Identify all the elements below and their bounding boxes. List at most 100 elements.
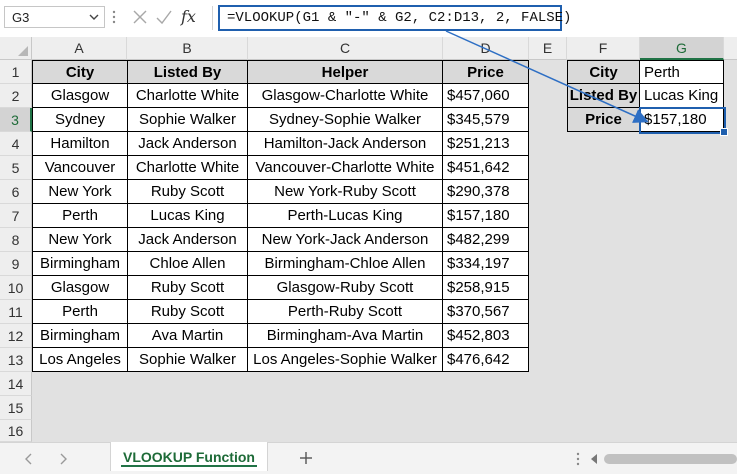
table-cell-price[interactable]: $251,213 [443,132,529,156]
checkmark-icon[interactable] [154,7,174,27]
table-cell-price[interactable]: $476,642 [443,348,529,372]
column-header-f[interactable]: F [567,37,640,60]
scroll-left-icon[interactable] [588,452,600,466]
column-header-c[interactable]: C [248,37,443,60]
table-cell-price[interactable]: $345,579 [443,108,529,132]
row-header-12[interactable]: 12 [0,324,32,348]
lookup-label-listed-by[interactable]: Listed By [567,84,640,108]
column-header-a[interactable]: A [32,37,127,60]
table-cell-price[interactable]: $482,299 [443,228,529,252]
table-header-helper[interactable]: Helper [248,60,443,84]
fx-icon[interactable]: fx [181,7,201,27]
table-cell-helper[interactable]: Hamilton-Jack Anderson [248,132,443,156]
table-cell-helper[interactable]: New York-Jack Anderson [248,228,443,252]
table-cell-helper[interactable]: Perth-Ruby Scott [248,300,443,324]
table-cell-price[interactable]: $452,803 [443,324,529,348]
table-cell-city[interactable]: New York [32,180,128,204]
formula-input[interactable]: =VLOOKUP(G1 & "-" & G2, C2:D13, 2, FALSE… [218,5,571,31]
column-header-e[interactable]: E [529,37,567,60]
table-cell-listed-by[interactable]: Chloe Allen [128,252,248,276]
row-header-15[interactable]: 15 [0,396,32,420]
table-cell-city[interactable]: Glasgow [32,84,128,108]
table-cell-listed-by[interactable]: Sophie Walker [128,108,248,132]
table-header-listed-by[interactable]: Listed By [128,60,248,84]
table-cell-helper[interactable]: Perth-Lucas King [248,204,443,228]
lookup-label-city[interactable]: City [567,60,640,84]
sheet-tab-vlookup-function[interactable]: VLOOKUP Function [110,442,268,471]
table-cell-listed-by[interactable]: Sophie Walker [128,348,248,372]
column-header-partial[interactable] [724,37,737,60]
row-header-8[interactable]: 8 [0,228,32,252]
table-cell-listed-by[interactable]: Ruby Scott [128,276,248,300]
name-box-value: G3 [12,10,30,25]
horizontal-scrollbar-thumb[interactable] [604,454,737,464]
row-header-4[interactable]: 4 [0,132,32,156]
table-cell-price[interactable]: $290,378 [443,180,529,204]
row-header-13[interactable]: 13 [0,348,32,372]
more-options-icon[interactable] [112,8,116,26]
table-cell-helper[interactable]: Vancouver-Charlotte White [248,156,443,180]
lookup-label-price[interactable]: Price [567,108,640,132]
table-cell-city[interactable]: Hamilton [32,132,128,156]
table-cell-price[interactable]: $457,060 [443,84,529,108]
table-cell-city[interactable]: Perth [32,300,128,324]
table-cell-city[interactable]: Birmingham [32,252,128,276]
table-cell-listed-by[interactable]: Charlotte White [128,156,248,180]
table-cell-city[interactable]: Vancouver [32,156,128,180]
plus-icon[interactable] [296,448,316,468]
chevron-down-icon[interactable] [88,10,100,24]
column-header-g[interactable]: G [640,37,724,60]
table-cell-listed-by[interactable]: Jack Anderson [128,228,248,252]
table-cell-price[interactable]: $157,180 [443,204,529,228]
row-header-2[interactable]: 2 [0,84,32,108]
worksheet-grid[interactable]: City Listed By Helper Price Glasgow Char… [32,60,737,442]
table-cell-helper[interactable]: Glasgow-Charlotte White [248,84,443,108]
row-header-11[interactable]: 11 [0,300,32,324]
table-cell-helper[interactable]: Birmingham-Chloe Allen [248,252,443,276]
more-options-icon[interactable] [576,451,580,467]
table-cell-listed-by[interactable]: Ruby Scott [128,300,248,324]
row-header-14[interactable]: 14 [0,372,32,396]
table-cell-price[interactable]: $370,567 [443,300,529,324]
lookup-value-listed-by[interactable]: Lucas King [640,84,724,108]
formula-bar-divider [212,6,213,30]
table-cell-helper[interactable]: Los Angeles-Sophie Walker [248,348,443,372]
table-cell-city[interactable]: Birmingham [32,324,128,348]
column-header-d[interactable]: D [443,37,529,60]
row-header-1[interactable]: 1 [0,60,32,84]
table-cell-helper[interactable]: Birmingham-Ava Martin [248,324,443,348]
table-cell-city[interactable]: Los Angeles [32,348,128,372]
table-cell-listed-by[interactable]: Lucas King [128,204,248,228]
name-box[interactable]: G3 [4,6,105,28]
table-cell-city[interactable]: Sydney [32,108,128,132]
column-header-b[interactable]: B [127,37,248,60]
table-cell-listed-by[interactable]: Ava Martin [128,324,248,348]
table-header-city[interactable]: City [32,60,128,84]
chevron-right-icon[interactable] [56,452,70,466]
table-cell-city[interactable]: New York [32,228,128,252]
table-cell-price[interactable]: $451,642 [443,156,529,180]
row-header-10[interactable]: 10 [0,276,32,300]
table-cell-helper[interactable]: Glasgow-Ruby Scott [248,276,443,300]
lookup-value-price[interactable]: $157,180 [640,108,724,132]
lookup-value-city[interactable]: Perth [640,60,724,84]
table-cell-listed-by[interactable]: Jack Anderson [128,132,248,156]
cancel-x-icon[interactable] [130,7,150,27]
row-header-9[interactable]: 9 [0,252,32,276]
row-header-3[interactable]: 3 [0,108,32,132]
row-header-16[interactable]: 16 [0,420,32,442]
table-cell-city[interactable]: Glasgow [32,276,128,300]
table-cell-helper[interactable]: Sydney-Sophie Walker [248,108,443,132]
table-cell-city[interactable]: Perth [32,204,128,228]
table-cell-helper[interactable]: New York-Ruby Scott [248,180,443,204]
select-all-corner[interactable] [0,37,32,60]
row-header-5[interactable]: 5 [0,156,32,180]
table-cell-listed-by[interactable]: Charlotte White [128,84,248,108]
table-header-price[interactable]: Price [443,60,529,84]
table-cell-listed-by[interactable]: Ruby Scott [128,180,248,204]
chevron-left-icon[interactable] [22,452,36,466]
row-header-6[interactable]: 6 [0,180,32,204]
table-cell-price[interactable]: $258,915 [443,276,529,300]
table-cell-price[interactable]: $334,197 [443,252,529,276]
row-header-7[interactable]: 7 [0,204,32,228]
